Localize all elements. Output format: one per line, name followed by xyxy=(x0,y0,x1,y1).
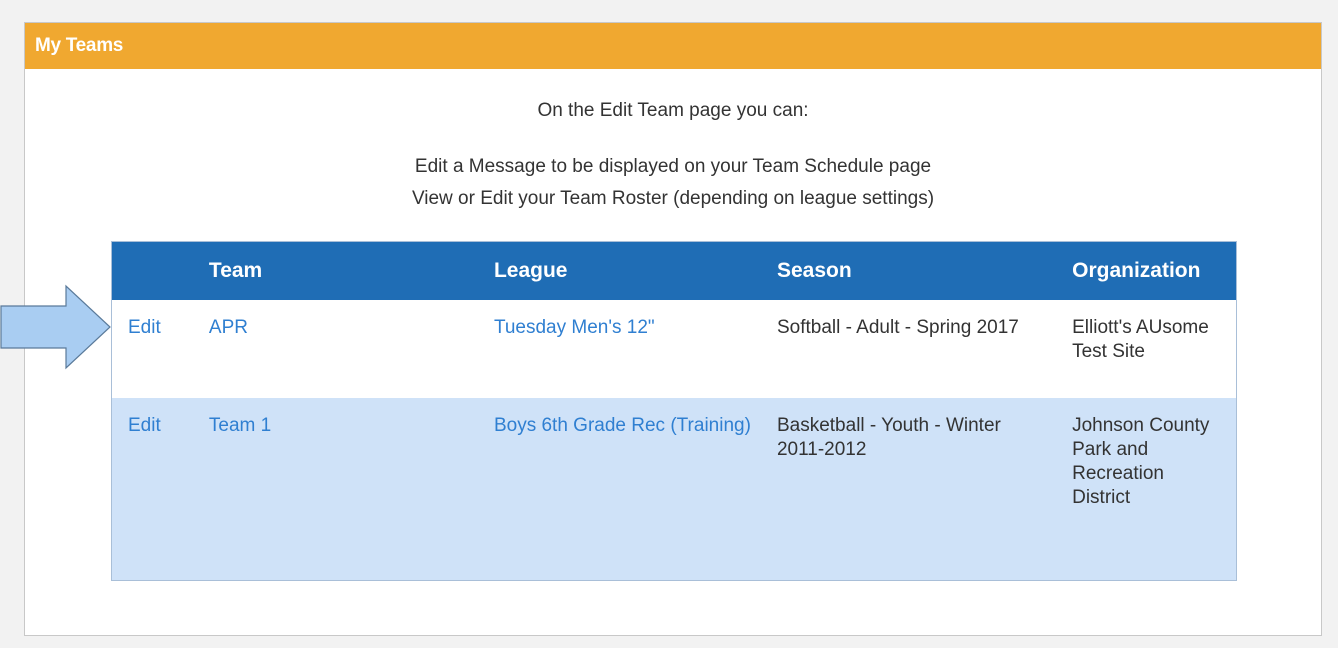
action-cell: Edit xyxy=(111,300,199,398)
column-header-season: Season xyxy=(766,241,1063,300)
season-cell: Softball - Adult - Spring 2017 xyxy=(766,300,1063,398)
my-teams-panel: My Teams On the Edit Team page you can: … xyxy=(24,22,1322,636)
team-cell: APR xyxy=(198,300,484,398)
pointer-arrow-icon xyxy=(0,284,111,370)
column-header-action xyxy=(111,241,199,300)
edit-team-link[interactable]: Edit xyxy=(128,317,161,338)
action-cell: Edit xyxy=(111,398,199,580)
team-cell: Team 1 xyxy=(198,398,484,580)
team-link[interactable]: APR xyxy=(209,317,248,338)
intro-line-roster: View or Edit your Team Roster (depending… xyxy=(411,188,935,209)
league-cell: Tuesday Men's 12" xyxy=(483,300,767,398)
column-header-organization: Organization xyxy=(1062,241,1237,300)
table-header-row: Team League Season Organization xyxy=(111,241,1237,300)
league-link[interactable]: Tuesday Men's 12" xyxy=(494,317,655,338)
league-cell: Boys 6th Grade Rec (Training) xyxy=(483,398,767,580)
intro-line-message: Edit a Message to be displayed on your T… xyxy=(414,156,932,177)
intro-heading: On the Edit Team page you can: xyxy=(537,100,809,121)
teams-table: Team League Season Organization Edit APR… xyxy=(111,241,1237,581)
team-link[interactable]: Team 1 xyxy=(209,415,271,436)
league-link[interactable]: Boys 6th Grade Rec (Training) xyxy=(494,415,751,436)
column-header-team: Team xyxy=(198,241,484,300)
organization-cell: Elliott's AUsome Test Site xyxy=(1062,300,1237,398)
edit-team-link[interactable]: Edit xyxy=(128,415,161,436)
panel-title: My Teams xyxy=(25,23,1321,69)
organization-cell: Johnson County Park and Recreation Distr… xyxy=(1062,398,1237,580)
table-row: Edit Team 1 Boys 6th Grade Rec (Training… xyxy=(111,398,1237,580)
season-cell: Basketball - Youth - Winter 2011-2012 xyxy=(766,398,1063,580)
table-row: Edit APR Tuesday Men's 12" Softball - Ad… xyxy=(111,300,1237,398)
column-header-league: League xyxy=(483,241,767,300)
